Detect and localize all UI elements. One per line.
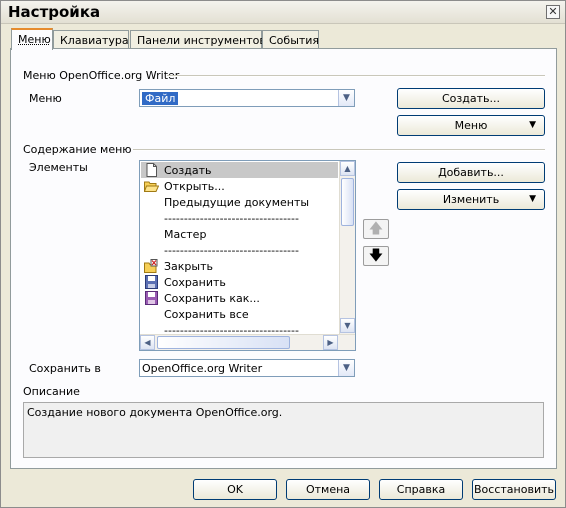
chevron-down-icon[interactable]: ▼ xyxy=(338,360,354,376)
menu-section-header: Меню OpenOffice.org Writer xyxy=(23,69,180,82)
create-button[interactable]: Создать... xyxy=(397,88,545,109)
ok-button[interactable]: OK xyxy=(193,479,277,500)
list-item[interactable]: ---------------------------------- xyxy=(141,210,338,226)
scroll-left-icon[interactable]: ◀ xyxy=(140,335,155,350)
list-separator: ---------------------------------- xyxy=(164,244,299,257)
list-item-label: Мастер xyxy=(164,228,207,241)
list-item-label: Закрыть xyxy=(164,260,213,273)
tab-keyboard-label: Клавиатура xyxy=(60,34,129,47)
close-icon[interactable]: ✕ xyxy=(546,5,560,19)
ok-button-label: OK xyxy=(227,483,243,496)
content-section-header: Содержание меню xyxy=(23,143,132,156)
save-as-icon xyxy=(145,291,158,305)
scroll-thumb[interactable] xyxy=(157,336,290,349)
folder-open-icon xyxy=(144,181,159,192)
new-document-icon xyxy=(146,163,157,177)
tab-keyboard[interactable]: Клавиатура xyxy=(53,30,129,49)
scroll-up-icon[interactable]: ▲ xyxy=(340,161,355,176)
dropdown-arrow-icon: ▼ xyxy=(529,120,536,130)
list-item-label: Сохранить xyxy=(164,276,226,289)
save-icon xyxy=(145,275,158,289)
create-button-label: Создать... xyxy=(442,92,500,105)
dialog-title: Настройка xyxy=(8,3,101,21)
list-item[interactable]: Предыдущие документы xyxy=(141,194,338,210)
customize-dialog: Настройка ✕ Меню Клавиатура Панели инстр… xyxy=(0,0,566,508)
move-up-icon[interactable]: 🡅 xyxy=(363,219,389,239)
scroll-right-icon[interactable]: ▶ xyxy=(323,335,338,350)
scroll-thumb[interactable] xyxy=(341,178,354,226)
menu-entries-list[interactable]: Создать Открыть... Предыдущие документы … xyxy=(139,160,356,351)
tab-menu[interactable]: Меню xyxy=(11,28,53,50)
save-in-label: Сохранить в xyxy=(29,362,101,375)
menu-button-label: Меню xyxy=(454,119,488,132)
description-text: Создание нового документа OpenOffice.org… xyxy=(27,406,283,419)
reset-button[interactable]: Восстановить xyxy=(472,479,556,500)
dropdown-arrow-icon: ▼ xyxy=(529,194,536,204)
list-item[interactable]: Мастер xyxy=(141,226,338,242)
scroll-down-icon[interactable]: ▼ xyxy=(340,318,355,333)
cancel-button[interactable]: Отмена xyxy=(286,479,370,500)
help-button[interactable]: Справка xyxy=(379,479,463,500)
list-item-label: Предыдущие документы xyxy=(164,196,310,209)
divider xyxy=(133,149,545,151)
add-button-label: Добавить... xyxy=(438,166,504,179)
menu-dropdown-button[interactable]: Меню ▼ xyxy=(397,115,545,136)
add-button[interactable]: Добавить... xyxy=(397,162,545,183)
list-item-label: Создать xyxy=(164,164,212,177)
description-box: Создание нового документа OpenOffice.org… xyxy=(23,402,544,458)
horizontal-scrollbar[interactable]: ◀ ▶ xyxy=(140,334,355,350)
list-item-label: Сохранить как... xyxy=(164,292,260,305)
description-label: Описание xyxy=(23,385,80,398)
menu-label: Меню xyxy=(29,92,62,105)
list-item[interactable]: Сохранить как... xyxy=(141,290,338,306)
reset-button-label: Восстановить xyxy=(474,483,554,496)
save-in-value: OpenOffice.org Writer xyxy=(142,362,263,375)
tab-events-label: События xyxy=(269,34,320,47)
save-in-select[interactable]: OpenOffice.org Writer ▼ xyxy=(139,359,355,377)
close-document-icon xyxy=(144,259,158,273)
list-item-label: Открыть... xyxy=(164,180,225,193)
list-item[interactable]: ---------------------------------- xyxy=(141,242,338,258)
divider xyxy=(167,75,545,77)
help-button-label: Справка xyxy=(396,483,446,496)
list-item[interactable]: Сохранить xyxy=(141,274,338,290)
list-item-label: Сохранить все xyxy=(164,308,249,321)
tab-toolbars[interactable]: Панели инструментов xyxy=(130,30,266,49)
list-item[interactable]: Открыть... xyxy=(141,178,338,194)
list-item[interactable]: Создать xyxy=(141,162,338,178)
modify-button-label: Изменить xyxy=(442,193,500,206)
vertical-scrollbar[interactable]: ▲ ▼ xyxy=(339,161,355,334)
tab-menu-label: Меню xyxy=(18,33,51,46)
list-item[interactable]: Закрыть xyxy=(141,258,338,274)
move-down-icon[interactable]: 🡇 xyxy=(363,246,389,266)
title-bar: Настройка ✕ xyxy=(1,1,565,24)
list-item[interactable]: Сохранить все xyxy=(141,306,338,322)
menu-select[interactable]: Файл ▼ xyxy=(139,89,355,107)
modify-dropdown-button[interactable]: Изменить ▼ xyxy=(397,189,545,210)
elements-label: Элементы xyxy=(29,161,88,174)
list-separator: ---------------------------------- xyxy=(164,212,299,225)
cancel-button-label: Отмена xyxy=(305,483,351,496)
chevron-down-icon[interactable]: ▼ xyxy=(338,90,354,106)
menu-select-value: Файл xyxy=(142,92,179,105)
tab-events[interactable]: События xyxy=(262,30,319,49)
tab-toolbars-label: Панели инструментов xyxy=(137,34,266,47)
